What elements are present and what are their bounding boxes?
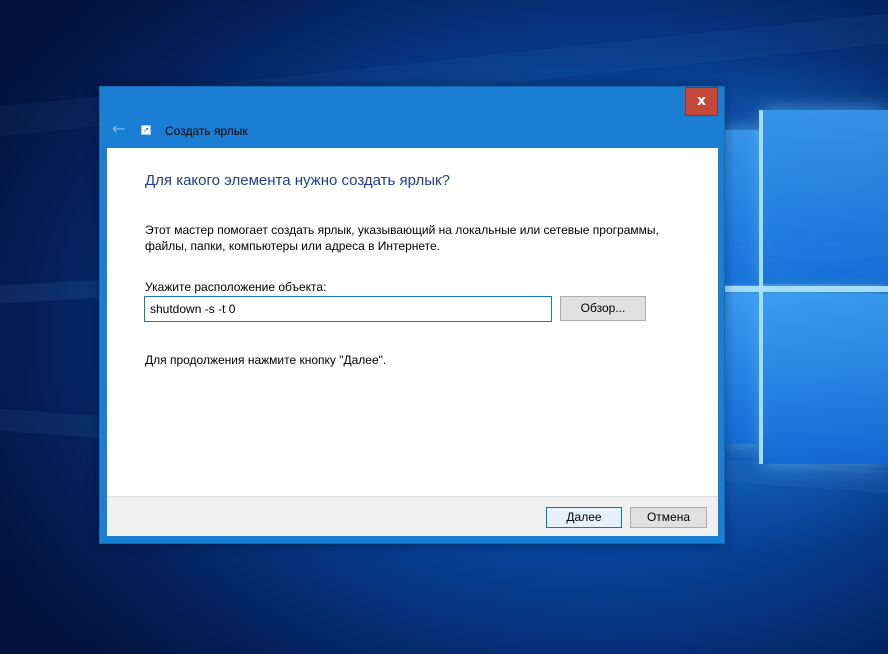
windows-logo-pane bbox=[763, 110, 888, 284]
continue-hint: Для продолжения нажмите кнопку "Далее". bbox=[145, 353, 387, 367]
create-shortcut-dialog: x ← ↗ Создать ярлык Для какого элемента … bbox=[99, 86, 725, 544]
dialog-title: Создать ярлык bbox=[165, 124, 248, 138]
shortcut-wizard-icon: ↗ bbox=[141, 125, 151, 135]
windows-logo-pane bbox=[763, 294, 888, 464]
location-label: Укажите расположение объекта: bbox=[145, 280, 327, 294]
back-arrow-icon[interactable]: ← bbox=[112, 121, 130, 137]
cancel-button[interactable]: Отмена bbox=[630, 507, 707, 528]
browse-button[interactable]: Обзор... bbox=[560, 296, 646, 321]
windows-logo-divider bbox=[725, 286, 888, 292]
windows-logo-pane bbox=[725, 130, 759, 285]
close-button[interactable]: x bbox=[685, 87, 718, 116]
wizard-footer: Далее Отмена bbox=[107, 496, 718, 536]
shortcut-arrow-icon: ↗ bbox=[143, 126, 149, 134]
windows-logo-divider bbox=[759, 110, 763, 464]
wizard-content-panel: Для какого элемента нужно создать ярлык?… bbox=[107, 148, 718, 496]
location-input[interactable] bbox=[144, 296, 552, 322]
windows-logo-pane bbox=[725, 294, 759, 444]
next-button[interactable]: Далее bbox=[546, 507, 622, 528]
wizard-description: Этот мастер помогает создать ярлык, указ… bbox=[145, 223, 659, 253]
page-heading: Для какого элемента нужно создать ярлык? bbox=[145, 172, 450, 189]
